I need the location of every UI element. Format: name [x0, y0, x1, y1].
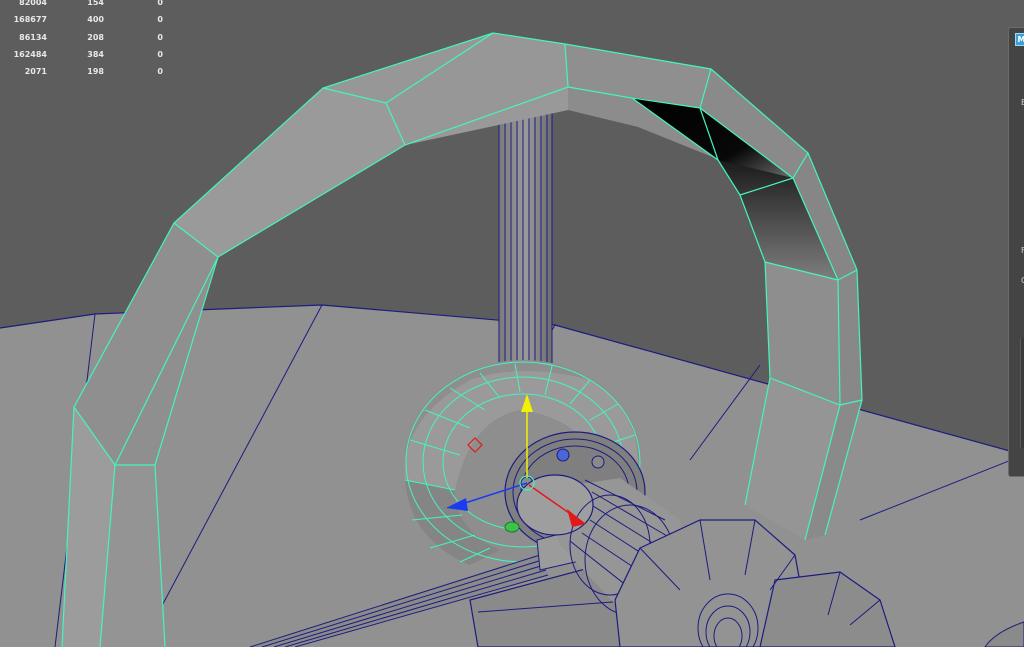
hud-row: 2071 198 0 [0, 63, 180, 80]
hud-verts: 2071 [24, 67, 47, 77]
hud-edges: 198 [87, 67, 104, 77]
floating-panel[interactable]: M E F G [1008, 27, 1024, 477]
hud-row: 162484 384 0 [0, 46, 180, 63]
hud-verts: 162484 [13, 49, 47, 59]
hud-edges: 384 [87, 49, 104, 59]
panel-scrollbar[interactable] [1020, 338, 1024, 448]
hud-row: 82004 154 0 [0, 0, 180, 11]
hud-row: 86134 208 0 [0, 29, 180, 46]
hud-row: 168677 400 0 [0, 11, 180, 28]
hud-edges: 208 [87, 32, 104, 42]
scene-canvas[interactable] [0, 0, 1024, 647]
hud-verts: 82004 [19, 0, 47, 7]
support-pole[interactable] [498, 90, 553, 390]
hud-verts: 168677 [13, 15, 47, 25]
app-icon: M [1015, 33, 1024, 46]
hud-faces: 0 [157, 49, 163, 59]
hud-edges: 154 [87, 0, 104, 7]
hud-faces: 0 [157, 0, 163, 7]
hud-faces: 0 [157, 32, 163, 42]
poly-count-hud: 82004 154 0 168677 400 0 86134 208 0 162… [0, 0, 180, 80]
3d-viewport[interactable]: 82004 154 0 168677 400 0 86134 208 0 162… [0, 0, 1024, 647]
hud-faces: 0 [157, 67, 163, 77]
hud-faces: 0 [157, 15, 163, 25]
hud-edges: 400 [87, 15, 104, 25]
hud-verts: 86134 [19, 32, 47, 42]
